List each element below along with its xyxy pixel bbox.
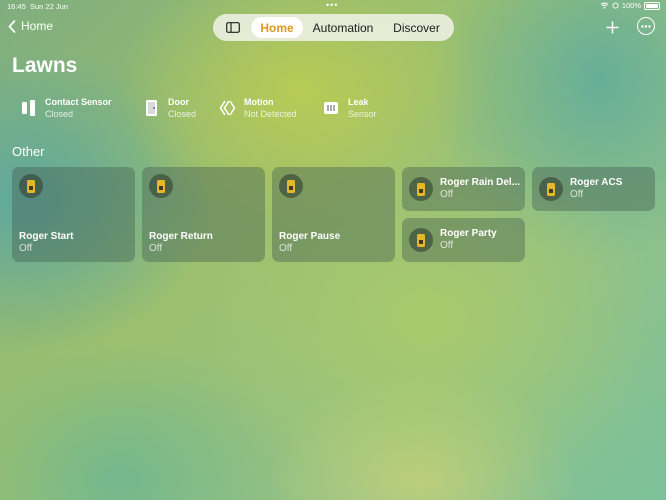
sensor-status: Sensor: [348, 109, 377, 119]
switch-icon[interactable]: [279, 174, 303, 198]
accessory-name: Roger Party: [440, 228, 497, 239]
multitasking-dots-icon[interactable]: •••: [326, 0, 338, 10]
battery-icon: [644, 1, 660, 10]
sensor-status: Closed: [168, 109, 197, 119]
ellipsis-icon: [641, 24, 651, 28]
accessory-status: Off: [279, 243, 293, 254]
page-title: Lawns: [12, 54, 78, 77]
accessory-name: Roger Return: [149, 231, 213, 242]
accessory-status: Off: [440, 240, 454, 251]
chevron-left-icon: [8, 19, 16, 33]
accessory-name: Roger Pause: [279, 231, 341, 242]
add-button[interactable]: [601, 16, 623, 38]
sensor-status: Not Detected: [244, 109, 297, 119]
sensor-status: Closed: [45, 109, 74, 119]
sensor-name: Contact Sensor: [45, 97, 112, 107]
accessory-status: Off: [19, 243, 33, 254]
switch-icon[interactable]: [149, 174, 173, 198]
back-button[interactable]: Home: [8, 19, 53, 33]
sensor-contact[interactable]: Contact Sensor Closed: [19, 96, 112, 120]
accessory-status: Off: [570, 189, 584, 200]
sensor-motion[interactable]: Motion Not Detected: [218, 96, 297, 120]
status-right: 100%: [600, 1, 660, 10]
accessory-tile-roger-pause[interactable]: Roger Pause Off: [272, 167, 395, 262]
accessory-tile-roger-party[interactable]: Roger Party Off: [402, 218, 525, 262]
contact-sensor-icon: [19, 98, 37, 118]
top-tab-bar: Home Automation Discover: [213, 14, 454, 41]
tab-automation[interactable]: Automation: [303, 17, 383, 38]
battery-percent: 100%: [621, 1, 641, 10]
sidebar-toggle-icon[interactable]: [219, 14, 247, 41]
accessory-name: Roger Rain Del...: [440, 177, 520, 188]
sensor-name: Door: [168, 97, 189, 107]
section-title: Other: [12, 144, 45, 159]
sensor-door[interactable]: Door Closed: [142, 96, 196, 120]
sensor-name: Leak: [348, 97, 369, 107]
plus-icon: [606, 21, 618, 33]
accessory-name: Roger Start: [19, 231, 74, 242]
switch-icon[interactable]: [539, 177, 563, 201]
accessory-tile-roger-acs[interactable]: Roger ACS Off: [532, 167, 655, 211]
switch-icon[interactable]: [409, 228, 433, 252]
location-icon: [612, 2, 619, 9]
sensor-leak[interactable]: Leak Sensor: [322, 96, 377, 120]
accessory-status: Off: [440, 189, 454, 200]
tab-home[interactable]: Home: [251, 17, 303, 38]
accessory-tile-roger-rain-delay[interactable]: Roger Rain Del... Off: [402, 167, 525, 211]
switch-icon[interactable]: [409, 177, 433, 201]
accessory-status: Off: [149, 243, 163, 254]
status-time: 16:45: [7, 2, 26, 11]
back-label: Home: [21, 19, 54, 33]
status-date: Sun 22 Jun: [30, 2, 68, 11]
leak-icon: [322, 98, 340, 118]
door-icon: [142, 98, 160, 118]
switch-icon[interactable]: [19, 174, 43, 198]
accessory-name: Roger ACS: [570, 177, 623, 188]
motion-icon: [218, 98, 236, 118]
accessory-tile-roger-start[interactable]: Roger Start Off: [12, 167, 135, 262]
more-options-button[interactable]: [637, 17, 655, 35]
tab-discover[interactable]: Discover: [383, 17, 450, 38]
accessory-tile-roger-return[interactable]: Roger Return Off: [142, 167, 265, 262]
status-bar: 16:45 Sun 22 Jun ••• 100%: [0, 0, 666, 12]
sensor-name: Motion: [244, 97, 274, 107]
wifi-icon: [600, 2, 609, 9]
